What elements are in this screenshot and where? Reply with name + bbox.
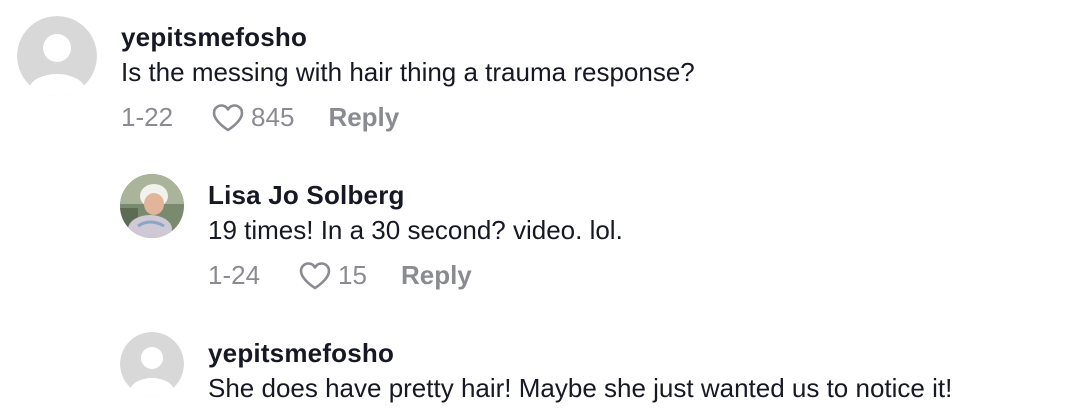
comment-meta: 1-22 845 Reply (121, 102, 695, 133)
comment-username[interactable]: yepitsmefosho (208, 338, 952, 368)
default-avatar-icon (120, 332, 184, 396)
comment-username[interactable]: Lisa Jo Solberg (208, 180, 623, 210)
comment-date: 1-24 (208, 260, 261, 290)
avatar[interactable] (120, 174, 184, 238)
like-count: 15 (338, 260, 367, 290)
comment-text: 19 times! In a 30 second? video. lol. (208, 215, 623, 245)
comment-date: 1-22 (121, 102, 174, 132)
comment-text: She does have pretty hair! Maybe she jus… (208, 373, 953, 403)
like-button[interactable]: 15 (298, 260, 367, 291)
comment-reply: yepitsmefosho She does have pretty hair!… (120, 332, 952, 404)
avatar[interactable] (17, 16, 97, 96)
user-photo (120, 174, 184, 238)
comment-text: Is the messing with hair thing a trauma … (121, 57, 695, 87)
comment-reply: Lisa Jo Solberg 19 times! In a 30 second… (120, 174, 623, 291)
reply-button[interactable]: Reply (401, 260, 472, 291)
avatar[interactable] (120, 332, 184, 396)
comment-meta: 1-24 15 Reply (208, 260, 623, 291)
heart-icon (212, 103, 244, 131)
comment-body: Lisa Jo Solberg 19 times! In a 30 second… (208, 174, 623, 291)
default-avatar-icon (17, 16, 97, 96)
reply-button[interactable]: Reply (328, 102, 399, 133)
comment-username[interactable]: yepitsmefosho (121, 22, 695, 52)
like-count: 845 (251, 102, 295, 132)
heart-icon (299, 261, 331, 289)
comment-body: yepitsmefosho She does have pretty hair!… (208, 332, 952, 404)
like-button[interactable]: 845 (211, 102, 294, 133)
comment-body: yepitsmefosho Is the messing with hair t… (121, 16, 695, 133)
comment: yepitsmefosho Is the messing with hair t… (17, 16, 695, 133)
